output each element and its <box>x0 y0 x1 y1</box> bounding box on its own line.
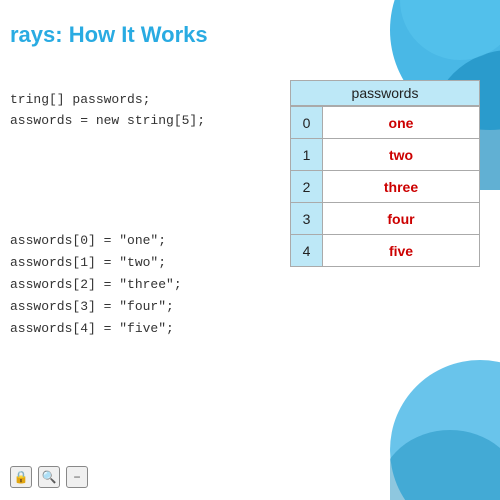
index-cell-2: 2 <box>291 171 323 203</box>
value-cell-2: three <box>323 171 480 203</box>
value-cell-3: four <box>323 203 480 235</box>
slide-container: rays: How It Works tring[] passwords; as… <box>0 0 500 500</box>
table-row: 2three <box>291 171 480 203</box>
code-line-2: asswords = new string[5]; <box>10 111 205 132</box>
value-cell-0: one <box>323 107 480 139</box>
value-cell-1: two <box>323 139 480 171</box>
array-table-container: passwords 0one1two2three3four4five <box>290 80 480 267</box>
code-line-4: asswords[1] = "two"; <box>10 252 182 274</box>
array-table: 0one1two2three3four4five <box>290 106 480 267</box>
deco-bottom-right <box>390 330 500 500</box>
index-cell-0: 0 <box>291 107 323 139</box>
zoom-icon-btn[interactable]: 🔍 <box>38 466 60 488</box>
code-line-5: asswords[2] = "three"; <box>10 274 182 296</box>
bottom-icons: 🔒 🔍 − <box>10 466 88 488</box>
table-row: 0one <box>291 107 480 139</box>
code-line-3: asswords[0] = "one"; <box>10 230 182 252</box>
code-block-declarations: tring[] passwords; asswords = new string… <box>10 90 205 132</box>
code-line-7: asswords[4] = "five"; <box>10 318 182 340</box>
code-block-assignments: asswords[0] = "one"; asswords[1] = "two"… <box>10 230 182 340</box>
value-cell-4: five <box>323 235 480 267</box>
array-header: passwords <box>290 80 480 106</box>
table-row: 3four <box>291 203 480 235</box>
slide-title: rays: How It Works <box>10 22 208 48</box>
lock-icon-btn[interactable]: 🔒 <box>10 466 32 488</box>
minus-icon-btn[interactable]: − <box>66 466 88 488</box>
code-line-6: asswords[3] = "four"; <box>10 296 182 318</box>
code-line-1: tring[] passwords; <box>10 90 205 111</box>
index-cell-4: 4 <box>291 235 323 267</box>
index-cell-3: 3 <box>291 203 323 235</box>
table-row: 1two <box>291 139 480 171</box>
table-row: 4five <box>291 235 480 267</box>
index-cell-1: 1 <box>291 139 323 171</box>
